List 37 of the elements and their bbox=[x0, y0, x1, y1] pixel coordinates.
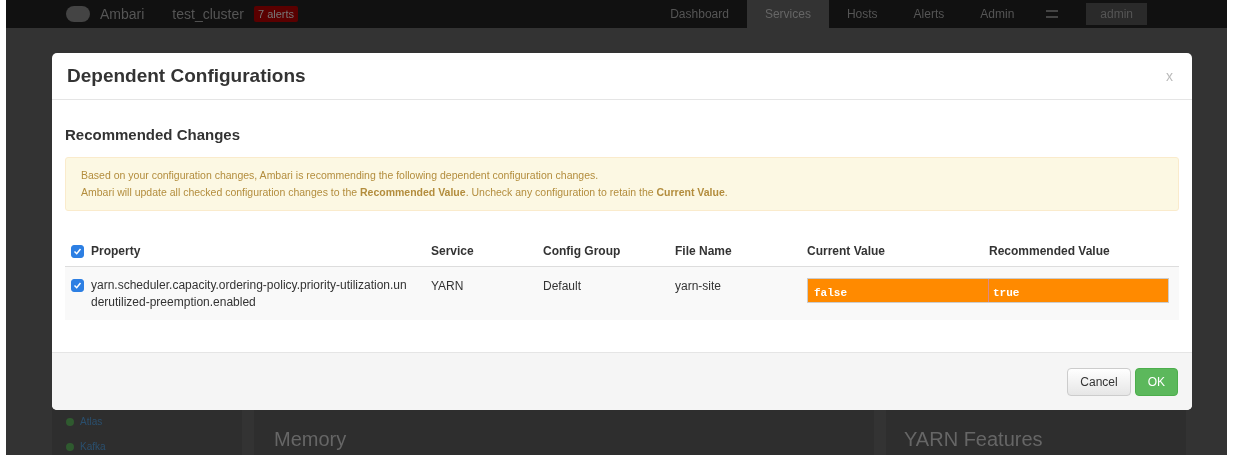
cancel-button[interactable]: Cancel bbox=[1067, 367, 1131, 396]
notice-text: Ambari will update all checked configuration changes to the Recommended Value. Uncheck any configuration to retain the Current Value. bbox=[81, 184, 729, 200]
section-title: Recommended Changes bbox=[65, 125, 242, 145]
alerts-badge[interactable]: 7 alerts bbox=[253, 5, 299, 23]
column-header: Config Group bbox=[543, 243, 622, 260]
dialog-title: Dependent Configurations bbox=[67, 63, 306, 88]
notice-text: Based on your configuration changes, Ambari is recommending the following dependent configuration changes. bbox=[81, 167, 600, 183]
cluster-name[interactable]: test_cluster bbox=[172, 3, 244, 25]
status-ok-icon bbox=[66, 417, 74, 426]
recommended-value: true bbox=[992, 285, 1020, 301]
nav-tab[interactable]: Admin bbox=[962, 0, 1033, 28]
panel-title: Memory bbox=[274, 428, 347, 450]
column-header: File Name bbox=[675, 243, 733, 260]
apps-icon[interactable] bbox=[1046, 10, 1059, 18]
nav-tab[interactable]: Hosts bbox=[828, 0, 896, 28]
checkmark-icon bbox=[73, 246, 82, 256]
nav-tab[interactable]: Dashboard bbox=[652, 0, 747, 28]
close-button[interactable]: x bbox=[1166, 65, 1177, 87]
panel-title: YARN Features bbox=[904, 428, 1043, 450]
table-cell-text: yarn.scheduler.capacity.ordering-policy.priority-utilization.underutilized-preemption.enabled bbox=[91, 276, 408, 311]
column-header: Current Value bbox=[807, 243, 887, 260]
checkbox[interactable] bbox=[71, 278, 84, 292]
nav-tab[interactable]: Alerts bbox=[895, 0, 963, 28]
status-ok-icon bbox=[66, 442, 74, 451]
service-link[interactable]: Atlas bbox=[80, 414, 103, 429]
table-cell-text: Default bbox=[543, 277, 583, 295]
table-cell-text: yarn-site bbox=[675, 277, 722, 295]
checkbox[interactable] bbox=[71, 244, 84, 258]
current-value: false bbox=[808, 278, 989, 302]
checkmark-icon bbox=[73, 280, 82, 290]
column-header: Recommended Value bbox=[989, 243, 1110, 260]
ok-button[interactable]: OK bbox=[1134, 367, 1178, 396]
column-header: Property bbox=[91, 243, 142, 260]
service-link[interactable]: Kafka bbox=[80, 439, 106, 454]
column-header: Service bbox=[431, 243, 475, 260]
table-cell-text: YARN bbox=[431, 277, 465, 295]
brand-name[interactable]: Ambari bbox=[100, 3, 145, 25]
